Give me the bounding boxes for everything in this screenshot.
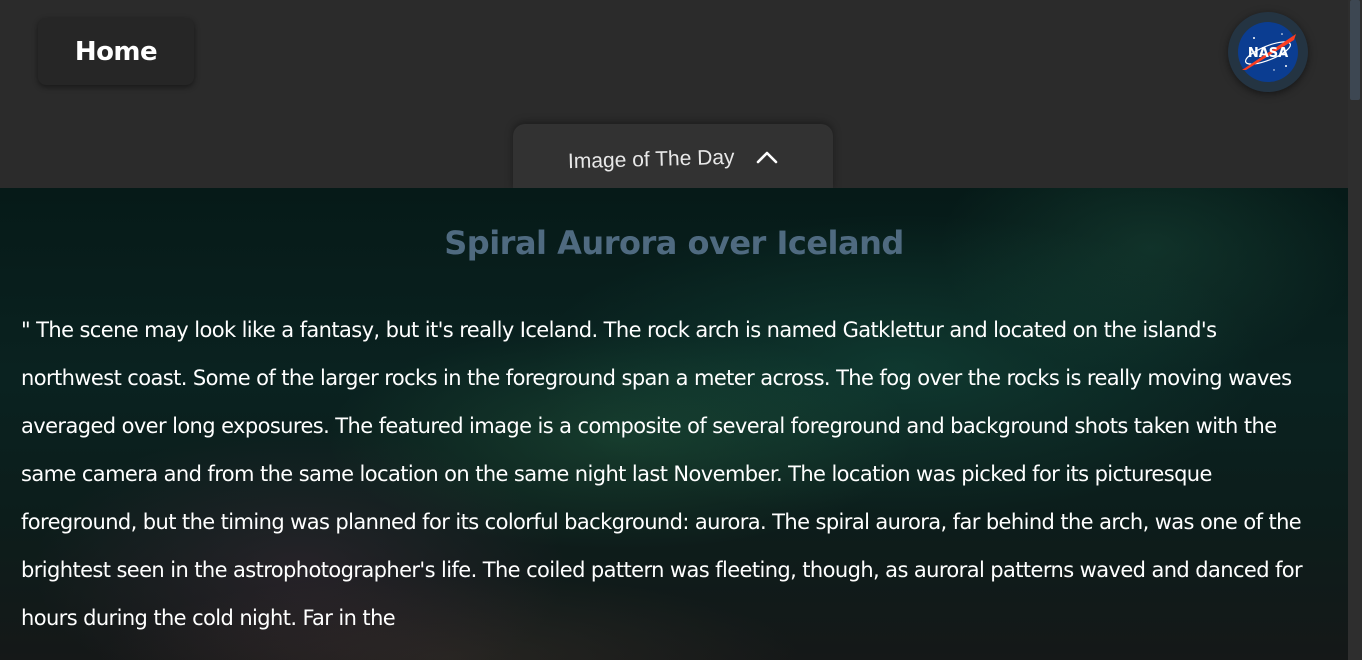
home-button[interactable]: Home xyxy=(38,18,194,85)
app-page: Home NASA Image of The Day Spiral Aurora… xyxy=(0,0,1362,660)
chevron-up-icon xyxy=(756,149,778,168)
image-of-the-day-panel: Spiral Aurora over Iceland " The scene m… xyxy=(0,188,1348,660)
logo-text: NASA xyxy=(1248,46,1288,61)
tab-label: Image of The Day xyxy=(567,145,735,174)
scrollbar-thumb[interactable] xyxy=(1350,0,1360,100)
top-header: Home NASA Image of The Day xyxy=(0,0,1348,190)
nasa-meatball-icon: NASA xyxy=(1238,22,1298,82)
tab-image-of-the-day[interactable]: Image of The Day xyxy=(513,124,833,190)
nasa-logo[interactable]: NASA xyxy=(1228,12,1308,92)
image-explanation: " The scene may look like a fantasy, but… xyxy=(21,318,1303,630)
image-title: Spiral Aurora over Iceland xyxy=(444,224,904,262)
page-scrollbar[interactable] xyxy=(1348,0,1362,660)
